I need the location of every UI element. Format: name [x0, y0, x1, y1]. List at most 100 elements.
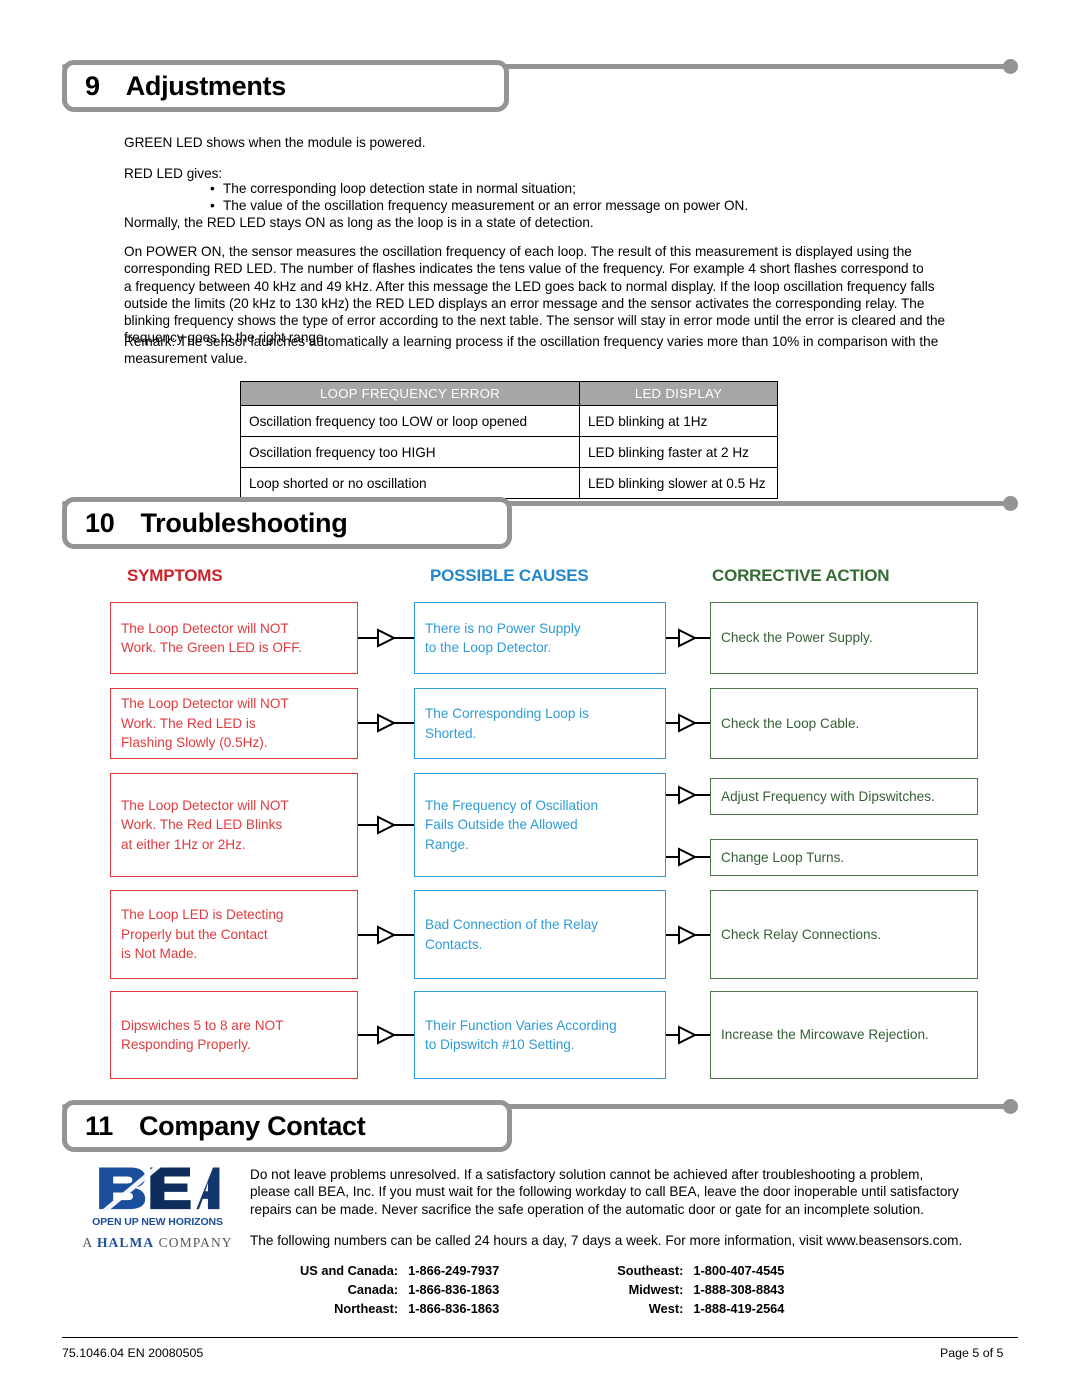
paragraph-line: Do not leave problems unresolved. If a s…: [250, 1167, 924, 1182]
flow-arrow-icon: [666, 785, 710, 805]
box-line: The Loop Detector will NOT: [121, 696, 289, 712]
flow-arrow-icon: [666, 628, 710, 648]
action-box: Adjust Frequency with Dipswitches.: [710, 778, 978, 815]
bea-logo: OPEN UP NEW HORIZONS A HALMA COMPANY: [70, 1162, 245, 1251]
section-number: 9: [85, 70, 100, 101]
company-contact-paragraph: Do not leave problems unresolved. If a s…: [250, 1166, 959, 1218]
spacer: [499, 1299, 617, 1318]
contact-number: 1-800-407-4545: [693, 1263, 785, 1278]
footer-page-number: Page 5 of 5: [940, 1346, 1004, 1360]
paragraph-line: outside the limits (20 kHz to 130 kHz) t…: [124, 295, 925, 311]
box-line: to Dipswitch #10 Setting.: [425, 1037, 575, 1052]
table-header-row: LOOP FREQUENCY ERROR LED DISPLAY: [240, 381, 778, 406]
section-header-company-contact: 11 Company Contact: [62, 1099, 1018, 1156]
box-line: Dipswiches 5 to 8 are NOT: [121, 1017, 284, 1033]
company-contact-hours: The following numbers can be called 24 h…: [250, 1233, 963, 1248]
section-title: Company Contact: [138, 1110, 366, 1141]
box-line: Check the Loop Cable.: [721, 715, 860, 731]
table-row: Oscillation frequency too LOW or loop op…: [240, 405, 778, 437]
contact-label: West:: [648, 1301, 684, 1316]
symptom-box: The Loop Detector will NOT Work. The Red…: [110, 773, 358, 877]
paragraph-line: Remark: The sensor launches automaticall…: [124, 334, 939, 349]
box-line: There is no Power Supply: [425, 620, 581, 636]
section-header-adjustments: 9 Adjustments: [62, 59, 1018, 116]
box-line: Range.: [425, 836, 469, 852]
contact-number: 1-866-836-1863: [408, 1282, 500, 1297]
contact-label: Midwest:: [628, 1282, 684, 1297]
section-number: 10: [85, 507, 115, 538]
box-line: Fails Outside the Allowed: [425, 817, 578, 833]
action-box: Increase the Mircowave Rejection.: [710, 991, 978, 1079]
section-tab: 9 Adjustments: [62, 60, 509, 112]
box-line: The Loop Detector will NOT: [121, 620, 289, 636]
cell-display: LED blinking at 1Hz: [579, 405, 778, 437]
box-line: The Loop Detector will NOT: [121, 797, 289, 813]
cell-error: Oscillation frequency too LOW or loop op…: [240, 405, 580, 437]
flow-arrow-icon: [358, 713, 414, 733]
flow-arrow-icon: [358, 628, 414, 648]
contact-label: Canada:: [347, 1282, 399, 1297]
box-line: Properly but the Contact: [121, 926, 268, 942]
cause-box: The Corresponding Loop is Shorted.: [414, 688, 666, 759]
section-tab: 11 Company Contact: [62, 1100, 512, 1152]
box-line: The Loop LED is Detecting: [121, 907, 284, 923]
box-line: Adjust Frequency with Dipswitches.: [721, 788, 935, 804]
bea-wordmark-icon: [94, 1162, 222, 1214]
flow-arrow-icon: [666, 847, 710, 867]
header-end-dot: [1003, 1099, 1018, 1114]
column-header-corrective-action: CORRECTIVE ACTION: [712, 566, 890, 585]
box-line: Work. The Red LED Blinks: [121, 817, 283, 833]
adjustments-intro-line1: GREEN LED shows when the module is power…: [124, 135, 426, 150]
halma-a: A: [82, 1235, 93, 1250]
box-line: Check the Power Supply.: [721, 630, 873, 646]
flow-arrow-icon: [358, 925, 414, 945]
flow-arrow-icon: [358, 1025, 414, 1045]
contact-label: Northeast:: [334, 1301, 399, 1316]
cause-box: The Frequency of Oscillation Fails Outsi…: [414, 773, 666, 877]
box-line: Work. The Green LED is OFF.: [121, 640, 302, 655]
logo-tagline: OPEN UP NEW HORIZONS: [92, 1216, 223, 1228]
column-header-possible-causes: POSSIBLE CAUSES: [430, 566, 589, 585]
table-row: Loop shorted or no oscillation LED blink…: [240, 467, 778, 499]
action-box: Check Relay Connections.: [710, 890, 978, 979]
box-line: Contacts.: [425, 936, 483, 952]
section-header-troubleshooting: 10 Troubleshooting: [62, 496, 1018, 553]
paragraph-line: a frequency between 40 kHz and 49 kHz. A…: [124, 278, 935, 294]
section-title: Adjustments: [125, 70, 287, 101]
flow-arrow-icon: [666, 1025, 710, 1045]
cell-error: Loop shorted or no oscillation: [240, 467, 580, 499]
section-number: 11: [85, 1110, 113, 1141]
box-line: The Frequency of Oscillation: [425, 797, 599, 813]
adjustments-after-bullets: Normally, the RED LED stays ON as long a…: [124, 215, 594, 230]
led-error-table: LOOP FREQUENCY ERROR LED DISPLAY Oscilla…: [240, 381, 778, 499]
box-line: Change Loop Turns.: [721, 849, 845, 865]
contact-row: US and Canada: 1-866-249-7937 Southeast:…: [300, 1261, 784, 1280]
box-line: Increase the Mircowave Rejection.: [721, 1027, 929, 1043]
document-page: 9 Adjustments GREEN LED shows when the m…: [0, 0, 1080, 1397]
cell-display: LED blinking faster at 2 Hz: [579, 436, 778, 468]
cause-box: There is no Power Supply to the Loop Det…: [414, 602, 666, 674]
column-header-symptoms: SYMPTOMS: [127, 566, 223, 585]
paragraph-line: repairs can be made. Never sacrifice the…: [250, 1201, 925, 1217]
symptom-box: The Loop LED is Detecting Properly but t…: [110, 890, 358, 979]
box-line: Shorted.: [425, 725, 477, 741]
cell-error: Oscillation frequency too HIGH: [240, 436, 580, 468]
paragraph-line: please call BEA, Inc. If you must wait f…: [250, 1184, 959, 1200]
contact-number: 1-866-249-7937: [408, 1263, 500, 1278]
column-header-led-display: LED DISPLAY: [579, 381, 778, 406]
section-title: Troubleshooting: [140, 507, 348, 538]
contact-label: US and Canada:: [300, 1263, 399, 1278]
paragraph-line: On POWER ON, the sensor measures the osc…: [124, 244, 912, 259]
paragraph-line: measurement value.: [124, 351, 248, 367]
cause-box: Their Function Varies According to Dipsw…: [414, 991, 666, 1079]
box-line: Check Relay Connections.: [721, 926, 882, 942]
adjustments-bullet-list: The corresponding loop detection state i…: [223, 180, 748, 215]
cell-display: LED blinking slower at 0.5 Hz: [579, 467, 778, 499]
contact-label: Southeast:: [617, 1263, 684, 1278]
adjustments-paragraph: On POWER ON, the sensor measures the osc…: [124, 243, 945, 347]
contact-row: Northeast: 1-866-836-1863 West: 1-888-41…: [300, 1299, 784, 1318]
contact-row: Canada: 1-866-836-1863 Midwest: 1-888-30…: [300, 1280, 785, 1299]
flow-arrow-icon: [666, 713, 710, 733]
footer-divider: [62, 1337, 1018, 1339]
cause-box: Bad Connection of the Relay Contacts.: [414, 890, 666, 979]
